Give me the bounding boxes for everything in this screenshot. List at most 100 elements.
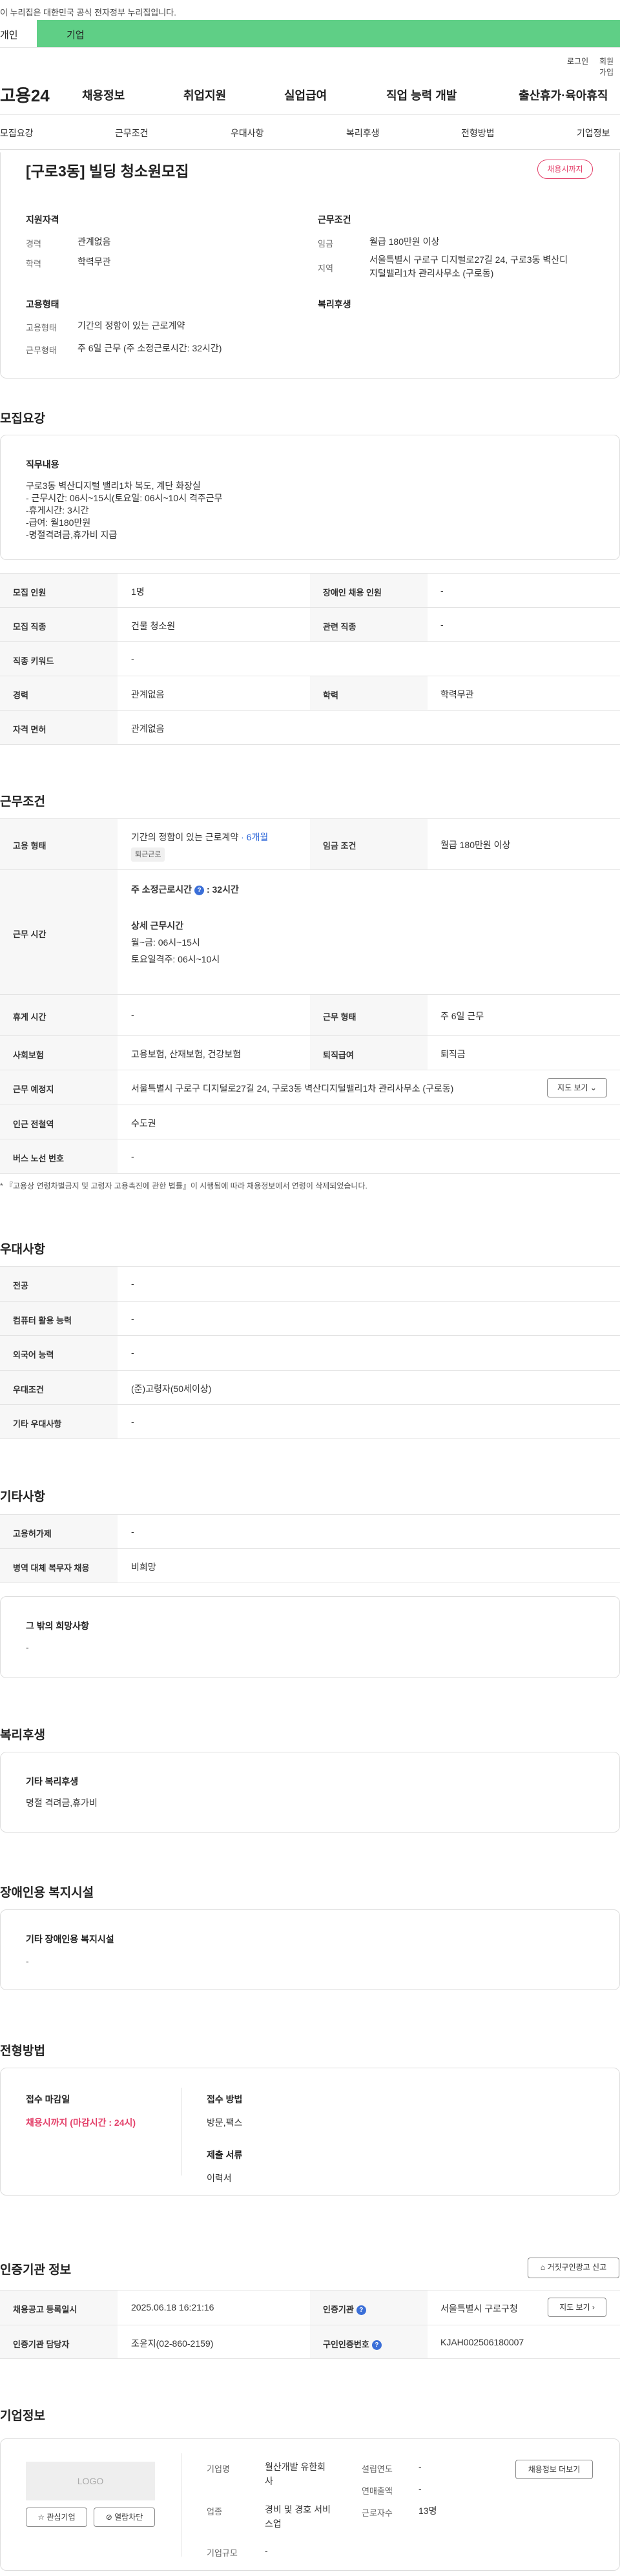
snb-preferences[interactable]: 우대사항 [231, 127, 264, 140]
info-icon[interactable]: ? [371, 2340, 382, 2350]
row-label: 학력 [323, 691, 338, 700]
row-label: 인근 전철역 [13, 1119, 54, 1129]
row-label: 고용 형태 [13, 841, 46, 851]
row-label: 자격 면허 [13, 725, 46, 734]
table-row: 근무 예정지 서울특별시 구로구 디지털로27길 24, 구로3동 벽산디지털밸… [0, 1070, 620, 1105]
more-jobs-button[interactable]: 채용정보 더보기 [515, 2460, 593, 2479]
deadline-value: 채용시까지 (마감시간 : 24시) [26, 2117, 136, 2128]
row-value: - [440, 619, 444, 630]
table-row: 기타 우대사항 - [0, 1404, 620, 1439]
snb-selection[interactable]: 전형방법 [461, 127, 495, 140]
row-label: 사회보험 [13, 1050, 44, 1060]
welfare-box-value: 명절 격려금,휴가비 [26, 1798, 98, 1808]
block-view-button[interactable]: ⊘ 열람차단 [94, 2508, 155, 2527]
row-value: 관계없음 [131, 689, 165, 700]
row-label: 버스 노선 번호 [13, 1154, 64, 1163]
row-value: - [131, 1313, 134, 1324]
career-label: 경력 [26, 239, 41, 249]
login-link[interactable]: 로그인 [567, 56, 588, 67]
etc-heading: 기타사항 [0, 1490, 45, 1504]
duty-line-4: -급여: 월180만원 [26, 517, 91, 528]
company-logo: LOGO [26, 2462, 155, 2500]
employees-value: 13명 [418, 2506, 437, 2516]
snb-welfare[interactable]: 복리후생 [346, 127, 380, 140]
site-logo[interactable]: 고용24 [0, 83, 50, 107]
row-value: 주 6일 근무 [440, 1011, 484, 1021]
table-row: 모집 인원 1명 장애인 채용 인원 - [0, 573, 620, 607]
table-row: 인증기관 담당자 조윤지(02-860-2159) 구인인증번호? KJAH00… [0, 2325, 620, 2359]
wage-label: 임금 [318, 239, 333, 249]
employees-label: 근로자수 [362, 2508, 393, 2518]
disabled-box-heading: 기타 장애인용 복지시설 [26, 1934, 114, 1944]
docs-value: 이력서 [207, 2173, 232, 2183]
gnb-employment-support[interactable]: 취업지원 [183, 87, 226, 103]
row-label: 기타 우대사항 [13, 1419, 62, 1429]
chevron-right-icon: › [592, 2303, 595, 2312]
etc-box-value: - [26, 1642, 29, 1652]
row-label: 모집 인원 [13, 588, 46, 597]
divider [181, 2088, 182, 2176]
favorite-company-button[interactable]: ☆ 관심기업 [26, 2508, 87, 2527]
block-icon: ⊘ [105, 2513, 112, 2522]
row-label: 장애인 채용 인원 [323, 588, 382, 597]
tab-company[interactable]: 기업 [37, 20, 620, 47]
method-value: 방문,팩스 [207, 2117, 243, 2128]
work-chip: 퇴근근로 [131, 847, 165, 862]
table-row: 휴게 시간 - 근무 형태 주 6일 근무 [0, 994, 620, 1035]
disabled-heading: 장애인용 복지시설 [0, 1886, 94, 1900]
gnb-vocational-training[interactable]: 직업 능력 개발 [386, 87, 457, 103]
company-heading: 기업정보 [0, 2409, 45, 2423]
row-value: 관계없음 [131, 723, 165, 734]
contract-period: · 6개월 [241, 832, 269, 842]
chevron-down-icon: ⌄ [590, 1083, 597, 1092]
welfare-heading: 복리후생 [0, 1729, 45, 1742]
row-value: - [440, 585, 444, 596]
gnb-unemployment-benefit[interactable]: 실업급여 [284, 87, 327, 103]
duty-line-5: -명절격려금,휴가비 지급 [26, 530, 118, 540]
row-value: 1명 [131, 587, 145, 597]
selection-heading: 전형방법 [0, 2044, 45, 2058]
row-value: (준)고령자(50세이상) [131, 1384, 212, 1394]
table-row: 전공 - [0, 1266, 620, 1301]
table-row: 우대조건 (준)고령자(50세이상) [0, 1370, 620, 1404]
row-label: 근무 형태 [323, 1012, 356, 1022]
row-value: 학력무관 [440, 689, 474, 700]
gnb-parental-leave[interactable]: 출산휴가·육아휴직 [519, 87, 608, 103]
snb-recruit[interactable]: 모집요강 [0, 127, 34, 140]
info-icon[interactable]: ? [194, 886, 205, 895]
row-value: 건물 청소원 [131, 621, 176, 631]
tab-personal[interactable]: 개인 [0, 20, 37, 47]
table-row: 자격 면허 관계없음 [0, 710, 620, 745]
area-label: 지역 [318, 264, 333, 273]
row-value: 비희망 [131, 1562, 156, 1572]
info-icon[interactable]: ? [356, 2305, 366, 2315]
industry-line1: 경비 및 경호 서비 [265, 2504, 331, 2515]
duty-line-2: - 근무시간: 06시~15시(토요일: 06시~10시 격주근무 [26, 493, 223, 503]
report-false-ad-button[interactable]: ⌂ 거짓구인광고 신고 [528, 2258, 619, 2278]
table-row: 컴퓨터 활용 능력 - [0, 1301, 620, 1335]
cert-no-label: 구인인증번호? [323, 2338, 382, 2350]
education-label: 학력 [26, 259, 41, 269]
etc-box [0, 1596, 620, 1678]
row-label: 병역 대체 복무자 채용 [13, 1563, 90, 1573]
sales-value: - [418, 2484, 422, 2494]
row-label: 외국어 능력 [13, 1350, 54, 1360]
industry-label: 업종 [207, 2507, 222, 2517]
selection-box [0, 2068, 620, 2196]
gnb-jobs[interactable]: 채용정보 [82, 87, 125, 103]
agency-map-button[interactable]: 지도 보기 › [548, 2298, 606, 2317]
work-place-value: 서울특별시 구로구 디지털로27길 24, 구로3동 벽산디지털밸리1차 관리사… [131, 1083, 454, 1094]
map-view-button[interactable]: 지도 보기 ⌄ [547, 1078, 607, 1097]
welfare-box [0, 1752, 620, 1833]
row-label: 근무 예정지 [13, 1085, 54, 1094]
snb-company[interactable]: 기업정보 [577, 127, 610, 140]
founded-value: - [418, 2462, 422, 2472]
education-value: 학력무관 [78, 256, 111, 267]
table-row: 사회보험 고용보험, 산재보험, 건강보험 퇴직급여 퇴직금 [0, 1035, 620, 1070]
work-heading: 근무조건 [0, 795, 45, 809]
snb-work-conditions[interactable]: 근무조건 [115, 127, 149, 140]
row-value: 수도권 [131, 1118, 156, 1128]
company-size-value: - [265, 2546, 268, 2556]
table-row: 인근 전철역 수도권 [0, 1105, 620, 1139]
row-value: 월급 180만원 이상 [440, 840, 511, 850]
